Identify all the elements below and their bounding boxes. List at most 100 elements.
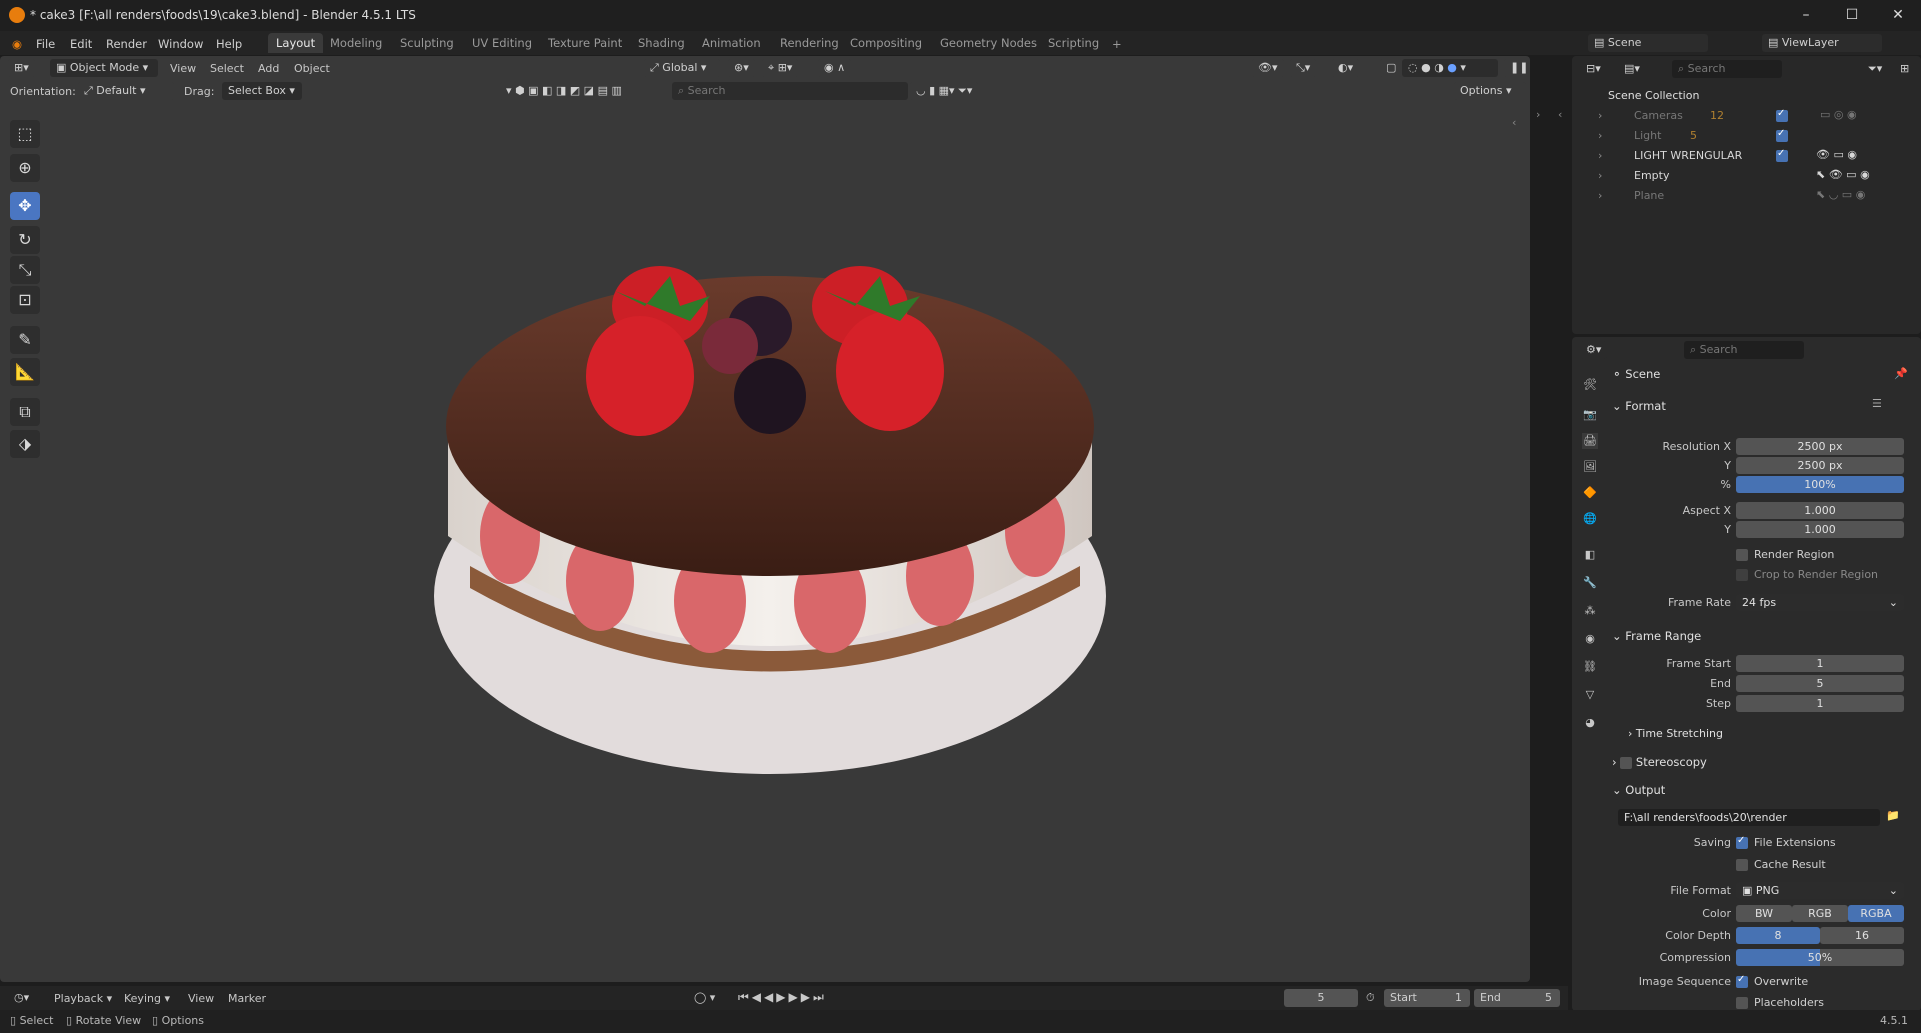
outliner-item-plane[interactable]: › Plane ⬉ ◡ ▭ ◉ — [1572, 186, 1921, 206]
time-stretching-header[interactable]: › Time Stretching — [1628, 727, 1723, 740]
frame-start-field[interactable]: 1 — [1736, 655, 1904, 672]
depth-16-button[interactable]: 16 — [1820, 927, 1904, 944]
auto-key-icon[interactable]: ◯ ▾ — [694, 991, 715, 1004]
data-tab-icon[interactable]: ▽ — [1582, 687, 1598, 703]
overlay-icon[interactable]: ◐▾ — [1332, 59, 1360, 77]
menu-window[interactable]: Window — [158, 37, 203, 51]
overwrite-checkbox[interactable] — [1736, 974, 1748, 988]
tab-layout[interactable]: Layout — [268, 33, 324, 53]
constraints-tab-icon[interactable]: ⛓ — [1582, 659, 1598, 675]
pivot-icon[interactable]: ⊛▾ — [728, 59, 755, 77]
outliner-item-light[interactable]: › Light 5 — [1572, 126, 1921, 146]
output-panel-header[interactable]: ⌄ Output — [1612, 783, 1665, 797]
current-frame-field[interactable]: 5 — [1284, 989, 1358, 1007]
tab-uv-editing[interactable]: UV Editing — [464, 33, 540, 53]
orientation-selector[interactable]: ⤢ Default ▾ — [78, 82, 174, 100]
timeline-menu-marker[interactable]: Marker — [228, 992, 266, 1005]
frame-range-panel-header[interactable]: ⌄ Frame Range — [1612, 629, 1701, 643]
scene-tab-icon[interactable]: 🔶 — [1582, 485, 1598, 501]
timeline-menu-playback[interactable]: Playback ▾ — [54, 992, 112, 1005]
color-rgba-button[interactable]: RGBA — [1848, 905, 1904, 922]
stereoscopy-checkbox[interactable] — [1620, 756, 1633, 769]
tab-compositing[interactable]: Compositing — [842, 33, 930, 53]
editor-type-icon[interactable]: ⊞▾ — [8, 59, 35, 77]
aspect-x-field[interactable]: 1.000 — [1736, 502, 1904, 519]
viewport-menu-add[interactable]: Add — [258, 62, 279, 75]
asset-search-input[interactable]: ⌕ Search — [672, 82, 908, 100]
file-format-dropdown[interactable]: ▣ PNG ⌄ — [1736, 882, 1904, 899]
chevron-right-icon[interactable]: › — [1598, 189, 1602, 202]
minimize-icon[interactable]: – — [1796, 6, 1816, 24]
pause-icon[interactable]: ❚❚ — [1504, 59, 1530, 77]
tab-animation[interactable]: Animation — [694, 33, 769, 53]
tab-sculpting[interactable]: Sculpting — [392, 33, 462, 53]
frame-rate-dropdown[interactable]: 24 fps ⌄ — [1736, 594, 1904, 611]
world-tab-icon[interactable]: 🌐 — [1582, 511, 1598, 527]
region-toggle-left-icon[interactable]: ‹ — [1558, 108, 1562, 121]
resolution-y-field[interactable]: 2500 px — [1736, 457, 1904, 474]
scene-selector[interactable]: ▤ Scene — [1588, 34, 1708, 52]
outliner-item-cameras[interactable]: › Cameras 12 ▭ ◎ ◉ — [1572, 106, 1921, 126]
blender-menu-icon[interactable]: ◉ — [12, 37, 22, 51]
view-layer-tab-icon[interactable]: 🖼 — [1582, 459, 1598, 475]
new-collection-icon[interactable]: ⊞ — [1894, 60, 1916, 78]
visibility-icons[interactable]: ⬉ 👁 ▭ ◉ — [1816, 168, 1870, 181]
properties-search-input[interactable]: ⌕ Search — [1684, 341, 1804, 359]
transform-tool-icon[interactable]: ⊡ — [10, 286, 40, 314]
chevron-right-icon[interactable]: › — [1598, 129, 1602, 142]
add-workspace-icon[interactable]: + — [1112, 37, 1122, 51]
tab-modeling[interactable]: Modeling — [322, 33, 390, 53]
tool-tab-icon[interactable]: 🛠 — [1582, 377, 1598, 393]
cache-result-checkbox[interactable] — [1736, 859, 1748, 871]
filter-icons[interactable]: ◡ ▮ ▦▾ ⏷▾ — [910, 82, 979, 100]
format-panel-header[interactable]: ⌄ Format — [1612, 399, 1666, 413]
chevron-right-icon[interactable]: › — [1598, 169, 1602, 182]
transform-orientation[interactable]: ⤢ Global ▾ — [644, 59, 720, 77]
resolution-x-field[interactable]: 2500 px — [1736, 438, 1904, 455]
measure-tool-icon[interactable]: 📐 — [10, 358, 40, 386]
visibility-icons[interactable]: 👁 ▭ ◉ — [1816, 148, 1857, 161]
menu-help[interactable]: Help — [216, 37, 242, 51]
end-frame-field[interactable]: End 5 — [1474, 989, 1560, 1007]
object-tab-icon[interactable]: ◧ — [1582, 547, 1598, 563]
tab-geometry-nodes[interactable]: Geometry Nodes — [932, 33, 1045, 53]
add-cube-tool-icon[interactable]: ⧉ — [10, 398, 40, 426]
outliner-root[interactable]: Scene Collection — [1572, 86, 1921, 106]
output-tab-icon[interactable]: 🖨 — [1582, 433, 1598, 449]
view-layer-selector[interactable]: ▤ ViewLayer — [1762, 34, 1882, 52]
tab-shading[interactable]: Shading — [630, 33, 693, 53]
xray-icon[interactable]: ▢ — [1380, 59, 1403, 77]
rotate-tool-icon[interactable]: ↻ — [10, 226, 40, 254]
tab-texture-paint[interactable]: Texture Paint — [540, 33, 630, 53]
extrude-tool-icon[interactable]: ⬗ — [10, 430, 40, 458]
visibility-icon[interactable]: 👁▾ — [1252, 59, 1284, 77]
outliner-search-input[interactable]: ⌕ Search — [1672, 60, 1782, 78]
options-dropdown[interactable]: Options ▾ — [1454, 82, 1526, 100]
outliner-item-empty[interactable]: › Empty ⬉ 👁 ▭ ◉ — [1572, 166, 1921, 186]
select-box-tool-icon[interactable]: ⬚ — [10, 120, 40, 148]
outliner-editor-type-icon[interactable]: ⊟▾ — [1580, 60, 1607, 78]
annotate-tool-icon[interactable]: ✎ — [10, 326, 40, 354]
timeline-menu-view[interactable]: View — [188, 992, 214, 1005]
cursor-tool-icon[interactable]: ⊕ — [10, 154, 40, 182]
gizmo-icon[interactable]: ⤡▾ — [1290, 59, 1317, 77]
aspect-y-field[interactable]: 1.000 — [1736, 521, 1904, 538]
outliner-item-light-wrengular[interactable]: › LIGHT WRENGULAR 👁 ▭ ◉ — [1572, 146, 1921, 166]
folder-icon[interactable]: 📁 — [1886, 809, 1900, 822]
compression-slider[interactable]: 50% — [1736, 949, 1904, 966]
maximize-icon[interactable]: ☐ — [1842, 6, 1862, 24]
timeline-editor-type-icon[interactable]: ◷▾ — [8, 989, 36, 1007]
sidebar-toggle-icon[interactable]: ‹ — [1512, 116, 1516, 129]
playback-controls[interactable]: ⏮◀◀▶▶▶⏭ — [738, 990, 827, 1005]
chevron-right-icon[interactable]: › — [1598, 109, 1602, 122]
snap-icon[interactable]: ⌖ ⊞▾ — [762, 59, 799, 77]
physics-tab-icon[interactable]: ◉ — [1582, 631, 1598, 647]
proportional-edit-icon[interactable]: ◉ ∧ — [818, 59, 852, 77]
visibility-icons[interactable]: ▭ ◎ ◉ — [1820, 108, 1857, 121]
particles-tab-icon[interactable]: ⁂ — [1582, 603, 1598, 619]
display-mode-icon[interactable]: ▤▾ — [1618, 60, 1646, 78]
move-tool-icon[interactable]: ✥ — [10, 192, 40, 220]
exclude-checkbox[interactable] — [1776, 148, 1788, 162]
timeline-menu-keying[interactable]: Keying ▾ — [124, 992, 170, 1005]
select-mode-icons[interactable]: ▾ ⬢ ▣ ◧ ◨ ◩ ◪ ▤ ▥ — [500, 82, 628, 100]
